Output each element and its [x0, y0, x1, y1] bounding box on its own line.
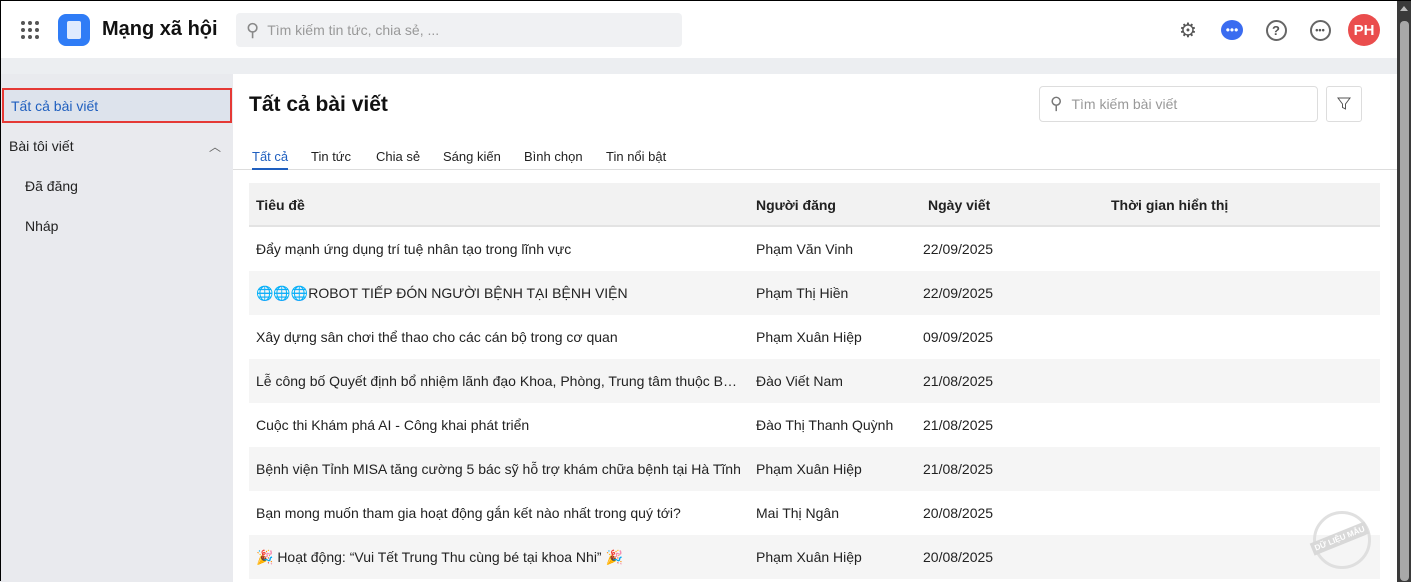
sidebar-item-published[interactable]: Đã đăng: [25, 178, 78, 194]
table-row[interactable]: Đẩy mạnh ứng dụng trí tuệ nhân tạo trong…: [249, 227, 1380, 271]
post-author: Phạm Xuân Hiệp: [756, 549, 862, 565]
post-title: Cuộc thi Khám phá AI - Công khai phát tr…: [256, 417, 530, 433]
search-icon: ⚲: [246, 19, 260, 40]
post-date: 21/08/2025: [923, 461, 994, 477]
post-author: Phạm Xuân Hiệp: [756, 461, 862, 477]
more-icon[interactable]: •••: [1308, 18, 1332, 42]
post-title: Đẩy mạnh ứng dụng trí tuệ nhân tạo trong…: [256, 241, 572, 257]
tab-news[interactable]: Tin tức: [311, 149, 351, 168]
scrollbar-thumb[interactable]: [1400, 21, 1409, 581]
scroll-up-arrow-icon[interactable]: [1400, 6, 1408, 11]
post-date: 20/08/2025: [923, 549, 994, 565]
main-content: Tất cả bài viết ⚲ Tìm kiếm bài viết Tất c…: [233, 74, 1397, 582]
search-icon: ⚲: [1050, 94, 1063, 113]
post-author: Đào Thị Thanh Quỳnh: [756, 417, 894, 433]
filter-icon: [1337, 97, 1351, 110]
post-title: 🌐🌐🌐ROBOT TIẾP ĐÓN NGƯỜI BỆNH TẠI BỆNH VI…: [256, 285, 628, 301]
post-title: Lễ công bố Quyết định bổ nhiệm lãnh đạo …: [256, 373, 741, 389]
sidebar: Tất cả bài viết Bài tôi viết ︿ Đã đăng N…: [1, 74, 233, 582]
chat-icon[interactable]: •••: [1220, 18, 1244, 42]
table-body: Đẩy mạnh ứng dụng trí tuệ nhân tạo trong…: [249, 227, 1380, 579]
scrollbar[interactable]: [1397, 1, 1411, 582]
column-title[interactable]: Tiêu đề: [256, 197, 741, 213]
post-author: Phạm Văn Vinh: [756, 241, 854, 257]
posts-table: Tiêu đề Người đăng Ngày viết Thời gian h…: [249, 183, 1380, 579]
table-row[interactable]: Xây dựng sân chơi thể thao cho các cán b…: [249, 315, 1380, 359]
post-date: 21/08/2025: [923, 417, 994, 433]
post-date: 20/08/2025: [923, 505, 994, 521]
tab-share[interactable]: Chia sẻ: [376, 149, 420, 168]
watermark-text: DỮ LIỆU MẪU: [1309, 521, 1370, 556]
tab-poll[interactable]: Bình chọn: [524, 149, 583, 168]
search-placeholder: Tìm kiếm tin tức, chia sẻ, ...: [267, 22, 440, 38]
tab-bar: Tất cả Tin tức Chia sẻ Sáng kiến Bình ch…: [233, 146, 1397, 170]
column-date[interactable]: Ngày viết: [928, 197, 990, 213]
post-author: Phạm Xuân Hiệp: [756, 329, 862, 345]
search-placeholder: Tìm kiếm bài viết: [1071, 96, 1178, 112]
app-title: Mạng xã hội: [102, 18, 218, 40]
column-display-time[interactable]: Thời gian hiển thị: [1111, 197, 1228, 213]
table-row[interactable]: Lễ công bố Quyết định bổ nhiệm lãnh đạo …: [249, 359, 1380, 403]
table-header: Tiêu đề Người đăng Ngày viết Thời gian h…: [249, 183, 1380, 227]
global-search-input[interactable]: ⚲ Tìm kiếm tin tức, chia sẻ, ...: [236, 13, 682, 47]
post-author: Mai Thị Ngân: [756, 505, 840, 521]
table-row[interactable]: 🎉 Hoạt động: “Vui Tết Trung Thu cùng bé …: [249, 535, 1380, 579]
tab-initiative[interactable]: Sáng kiến: [443, 149, 501, 168]
help-icon[interactable]: ?: [1264, 18, 1288, 42]
post-author: Đào Viết Nam: [756, 373, 843, 389]
tab-all[interactable]: Tất cả: [252, 149, 289, 170]
sidebar-group-my-posts[interactable]: Bài tôi viết: [9, 138, 74, 154]
table-row[interactable]: Bệnh viện Tỉnh MISA tăng cường 5 bác sỹ …: [249, 447, 1380, 491]
post-date: 22/09/2025: [923, 285, 994, 301]
sample-data-watermark: DỮ LIỆU MẪU: [1309, 511, 1371, 569]
app-launcher-icon[interactable]: [21, 21, 39, 39]
post-date: 21/08/2025: [923, 373, 994, 389]
post-date: 22/09/2025: [923, 241, 994, 257]
page-title: Tất cả bài viết: [249, 93, 388, 116]
post-title: 🎉 Hoạt động: “Vui Tết Trung Thu cùng bé …: [256, 549, 623, 565]
sidebar-item-drafts[interactable]: Nháp: [25, 218, 58, 234]
table-row[interactable]: Bạn mong muốn tham gia hoạt động gắn kết…: [249, 491, 1380, 535]
top-header: Mạng xã hội ⚲ Tìm kiếm tin tức, chia sẻ, …: [1, 1, 1397, 58]
sidebar-item-all-posts[interactable]: Tất cả bài viết: [2, 88, 232, 123]
table-row[interactable]: Cuộc thi Khám phá AI - Công khai phát tr…: [249, 403, 1380, 447]
column-author[interactable]: Người đăng: [756, 197, 836, 213]
avatar[interactable]: PH: [1348, 14, 1380, 46]
post-date: 09/09/2025: [923, 329, 994, 345]
post-title: Xây dựng sân chơi thể thao cho các cán b…: [256, 329, 618, 345]
tab-featured[interactable]: Tin nổi bật: [606, 149, 666, 168]
post-author: Phạm Thị Hiền: [756, 285, 849, 301]
filter-button[interactable]: [1326, 86, 1362, 122]
table-row[interactable]: 🌐🌐🌐ROBOT TIẾP ĐÓN NGƯỜI BỆNH TẠI BỆNH VI…: [249, 271, 1380, 315]
chevron-up-icon[interactable]: ︿: [209, 138, 221, 155]
post-title: Bệnh viện Tỉnh MISA tăng cường 5 bác sỹ …: [256, 461, 741, 477]
post-title: Bạn mong muốn tham gia hoạt động gắn kết…: [256, 505, 681, 521]
app-logo-icon: [58, 14, 90, 46]
gear-icon[interactable]: ⚙: [1176, 18, 1200, 42]
post-search-input[interactable]: ⚲ Tìm kiếm bài viết: [1039, 86, 1318, 122]
